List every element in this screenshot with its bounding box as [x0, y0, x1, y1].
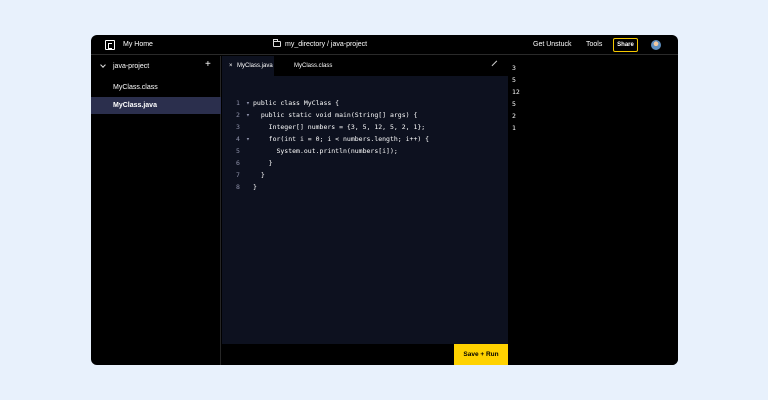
get-unstuck-button[interactable]: Get Unstuck	[533, 41, 572, 48]
output-line: 1	[512, 124, 516, 132]
tab-myclass-class[interactable]: MyClass.class	[294, 56, 332, 76]
file-sidebar: java-project + MyClass.class MyClass.jav…	[91, 56, 221, 365]
ide-logo-icon[interactable]	[105, 40, 115, 50]
output-line: 5	[512, 76, 516, 84]
top-bar: My Home my_directory / java-project Get …	[91, 35, 678, 55]
code-text: }	[253, 183, 257, 191]
code-editor[interactable]: × MyClass.java MyClass.class 1 ▾ public cl…	[222, 56, 508, 365]
output-line: 12	[512, 88, 520, 96]
run-bar: Save + Run	[222, 344, 508, 365]
code-area[interactable]: 1 ▾ public class MyClass { 2 ▾ public stati…	[222, 85, 508, 191]
code-line: 2 ▾ public static void main(String[] args…	[222, 97, 508, 119]
tab-myclass-java[interactable]: × MyClass.java	[222, 56, 274, 76]
breadcrumb[interactable]: my_directory / java-project	[285, 41, 367, 48]
ide-window: My Home my_directory / java-project Get …	[91, 35, 678, 365]
output-line: 5	[512, 100, 516, 108]
output-panel: 3 5 12 5 2 1	[509, 56, 678, 365]
code-line: 6 }	[222, 145, 508, 167]
code-line: 4 ▾ for(int i = 0; i < numbers.length; i+…	[222, 121, 508, 143]
code-line: 7 }	[222, 157, 508, 179]
output-line: 3	[512, 64, 516, 72]
code-line: 3 Integer[] numbers = {3, 5, 12, 5, 2, 1…	[222, 109, 508, 131]
save-run-button[interactable]: Save + Run	[454, 344, 508, 365]
code-line: 8}	[222, 169, 508, 191]
plus-icon[interactable]: +	[205, 60, 211, 70]
file-item-myclass-java[interactable]: MyClass.java	[91, 97, 221, 114]
close-icon[interactable]: ×	[229, 56, 233, 76]
code-line: 5 System.out.println(numbers[i]);	[222, 133, 508, 155]
tab-label: MyClass.java	[237, 63, 273, 69]
folder-icon	[273, 39, 281, 47]
expand-icon[interactable]	[491, 60, 502, 71]
code-line: 1 ▾ public class MyClass {	[222, 85, 508, 107]
tools-button[interactable]: Tools	[586, 41, 602, 48]
project-name[interactable]: java-project	[113, 63, 149, 70]
share-button[interactable]: Share	[613, 38, 638, 52]
file-item-myclass-class[interactable]: MyClass.class	[91, 79, 221, 96]
home-link[interactable]: My Home	[123, 41, 153, 48]
output-line: 2	[512, 112, 516, 120]
line-number: 8	[236, 183, 240, 191]
avatar-icon[interactable]	[651, 40, 661, 50]
chevron-down-icon[interactable]	[100, 62, 106, 68]
editor-tabs: × MyClass.java MyClass.class	[222, 56, 508, 76]
